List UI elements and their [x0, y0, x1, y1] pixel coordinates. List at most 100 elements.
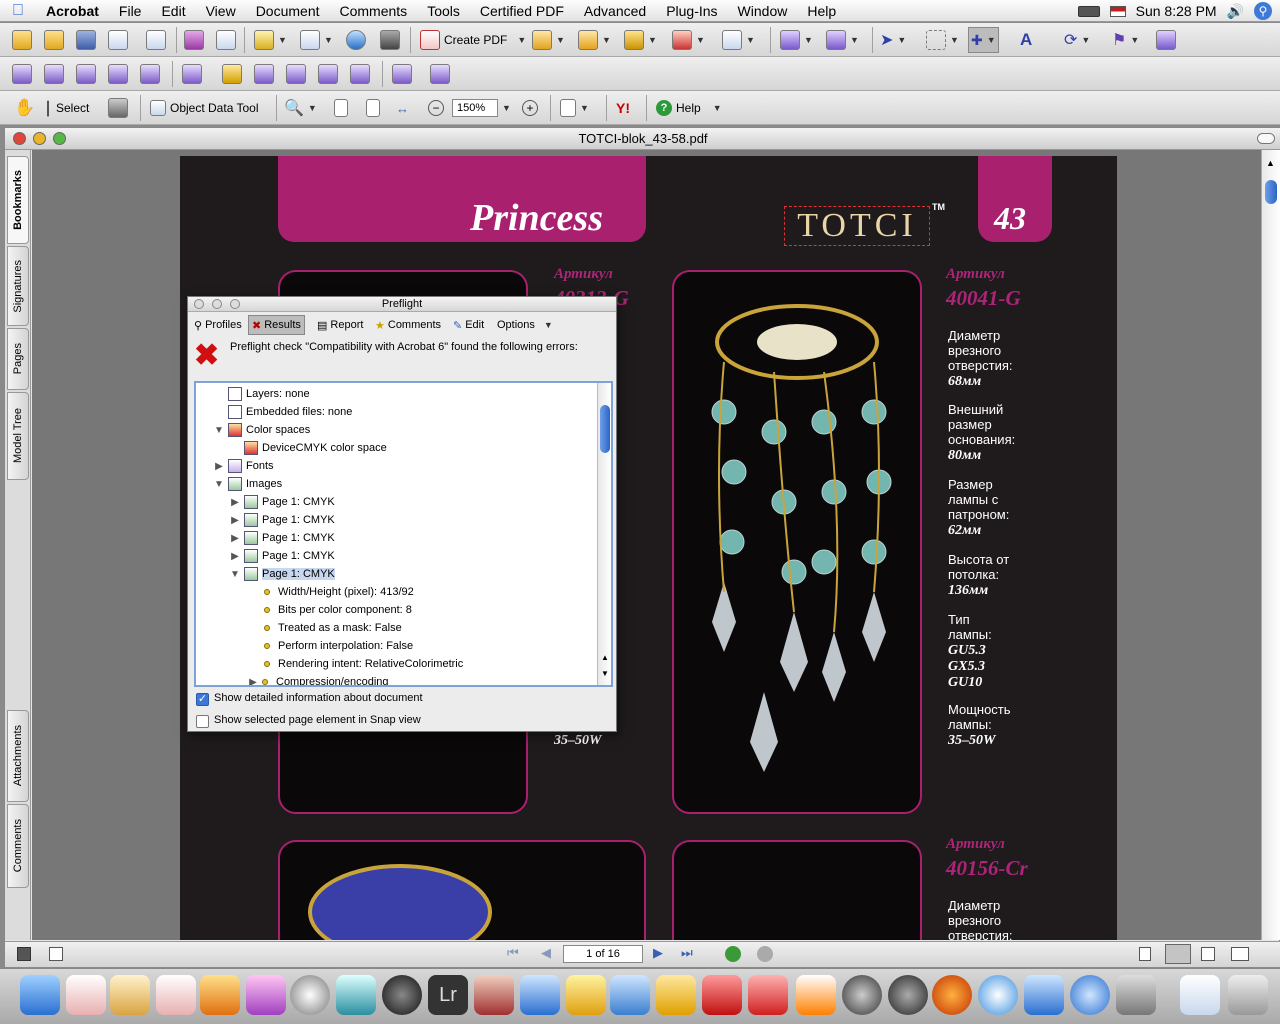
quicktime-icon[interactable]: [1070, 975, 1110, 1015]
toolbar-toggle-button[interactable]: [1257, 133, 1275, 144]
tree-item-page-image[interactable]: ▶ Page 1: CMYK: [230, 529, 335, 547]
tree-item-detail[interactable]: Rendering intent: RelativeColorimetric: [264, 655, 463, 673]
tree-item-images[interactable]: ▼ Images: [214, 475, 282, 493]
lightroom-icon[interactable]: Lr: [428, 975, 468, 1015]
trash-icon[interactable]: [1228, 975, 1268, 1015]
snap-view-label[interactable]: Show selected page element in Snap view: [214, 714, 421, 726]
tab-signatures[interactable]: Signatures: [7, 246, 29, 326]
globe-app-icon[interactable]: [888, 975, 928, 1015]
firefox-icon[interactable]: [932, 975, 972, 1015]
single-page-icon[interactable]: [1139, 947, 1151, 961]
collapsed-triangle-icon[interactable]: ▶: [230, 497, 240, 508]
tree-item-color-spaces[interactable]: ▼ Color spaces: [214, 421, 310, 439]
minimize-window-button[interactable]: [33, 132, 46, 145]
word-app-icon[interactable]: [610, 975, 650, 1015]
zoom-field[interactable]: 150% ▼: [452, 95, 511, 121]
safari-icon[interactable]: [978, 975, 1018, 1015]
fit-width-icon[interactable]: ↔: [396, 95, 409, 121]
zoom-in-icon[interactable]: +: [522, 95, 538, 121]
document-title-bar[interactable]: TOTCI-blok_43-58.pdf: [5, 128, 1280, 150]
select-button[interactable]: ∣ Select: [44, 95, 89, 121]
tree-item-page-image[interactable]: ▶ Page 1: CMYK: [230, 547, 335, 565]
preflight-tool-icon[interactable]: [12, 61, 32, 87]
tree-item-page-image-selected[interactable]: ▼ Page 1: CMYK: [230, 565, 335, 583]
brand-logo[interactable]: TOTCI: [784, 206, 930, 246]
tab-pages[interactable]: Pages: [7, 328, 29, 390]
page-field[interactable]: 1 of 16: [563, 945, 643, 963]
tree-scroll-down-arrow[interactable]: ▼: [601, 669, 609, 678]
detailed-info-label[interactable]: Show detailed information about document: [214, 692, 423, 704]
safari-like-icon[interactable]: [290, 975, 330, 1015]
tab-model-tree[interactable]: Model Tree: [7, 392, 29, 480]
search-icon[interactable]: [184, 27, 204, 53]
magnifier-app-icon[interactable]: [520, 975, 560, 1015]
yahoo-icon[interactable]: Y!: [616, 95, 630, 121]
kodak-icon[interactable]: [702, 975, 742, 1015]
expanded-triangle-icon[interactable]: ▼: [230, 569, 240, 580]
menu-clock[interactable]: Sun 8:28 PM: [1136, 3, 1217, 19]
flag-icon[interactable]: [1109, 5, 1126, 17]
tree-item-compression[interactable]: ▶ Compression/encoding: [248, 673, 389, 685]
print-icon[interactable]: [108, 27, 128, 53]
snapshot-icon[interactable]: [108, 95, 128, 121]
folder-app-icon[interactable]: [566, 975, 606, 1015]
tab-bookmarks[interactable]: Bookmarks: [7, 156, 29, 244]
menu-edit[interactable]: Edit: [151, 0, 195, 22]
check-icon[interactable]: [76, 61, 96, 87]
facing-icon[interactable]: [1201, 947, 1215, 961]
tree-item-page-image[interactable]: ▶ Page 1: CMYK: [230, 493, 335, 511]
tree-item-page-image[interactable]: ▶ Page 1: CMYK: [230, 511, 335, 529]
zoom-in-tool-icon[interactable]: 🔍 ▼: [284, 95, 317, 121]
menu-advanced[interactable]: Advanced: [574, 0, 656, 22]
expanded-triangle-icon[interactable]: ▼: [214, 479, 224, 490]
menu-view[interactable]: View: [196, 0, 246, 22]
export-icon[interactable]: ▼: [780, 27, 813, 53]
zoom-out-icon[interactable]: −: [428, 95, 444, 121]
tree-scrollbar[interactable]: ▲ ▼: [597, 383, 611, 685]
marks-icon[interactable]: [286, 61, 306, 87]
collapsed-triangle-icon[interactable]: ▶: [230, 515, 240, 526]
menu-comments[interactable]: Comments: [330, 0, 418, 22]
continuous-facing-icon[interactable]: [1231, 947, 1249, 961]
actual-size-icon[interactable]: [334, 95, 348, 121]
tab-comments[interactable]: Comments: [7, 804, 29, 888]
finder-icon[interactable]: [20, 975, 60, 1015]
continuous-icon[interactable]: [1165, 944, 1191, 964]
apple-menu-icon[interactable]: : [0, 2, 36, 20]
fit-page-icon[interactable]: [366, 95, 380, 121]
organizer-icon[interactable]: [44, 27, 64, 53]
itunes-icon[interactable]: [1024, 975, 1064, 1015]
collapsed-triangle-icon[interactable]: ▶: [230, 533, 240, 544]
hand-icon[interactable]: ✋: [14, 95, 35, 121]
web-icon[interactable]: [346, 27, 366, 53]
mascot-app-icon[interactable]: [842, 975, 882, 1015]
last-page-icon[interactable]: ⏭: [681, 945, 693, 961]
pages-icon[interactable]: ▼: [254, 27, 287, 53]
tree-item-layers[interactable]: Layers: none: [214, 385, 310, 403]
menu-help[interactable]: Help: [797, 0, 846, 22]
image-icon[interactable]: [108, 61, 128, 87]
gear-app-icon[interactable]: [656, 975, 696, 1015]
preview-icon[interactable]: [1116, 975, 1156, 1015]
minimized-window-icon[interactable]: [1180, 975, 1220, 1015]
snap-view-checkbox[interactable]: [196, 715, 209, 728]
text-tool-icon[interactable]: A: [1020, 27, 1032, 53]
email-icon[interactable]: [146, 27, 166, 53]
tab-report[interactable]: ▤ Report: [314, 315, 366, 335]
marquee-icon[interactable]: ▼: [926, 27, 959, 53]
lock-icon[interactable]: ▼: [624, 27, 657, 53]
next-page-icon[interactable]: ▶: [653, 945, 663, 961]
expanded-triangle-icon[interactable]: ▼: [214, 425, 224, 436]
menu-tools[interactable]: Tools: [417, 0, 470, 22]
creo-icon[interactable]: [748, 975, 788, 1015]
detailed-info-checkbox[interactable]: ✓: [196, 693, 209, 706]
close-window-button[interactable]: [13, 132, 26, 145]
go-forward-icon[interactable]: [757, 946, 773, 962]
tab-results[interactable]: ✖ Results: [248, 315, 305, 335]
pointer-icon[interactable]: ➤ ▼: [880, 27, 906, 53]
page-layout-icon[interactable]: [17, 947, 31, 961]
pin-icon[interactable]: ⚑ ▼: [1112, 27, 1139, 53]
previous-page-icon[interactable]: ◀: [541, 945, 551, 961]
help-button[interactable]: ? Help ▼: [656, 95, 722, 121]
vertical-scrollbar[interactable]: ▲: [1261, 150, 1280, 940]
